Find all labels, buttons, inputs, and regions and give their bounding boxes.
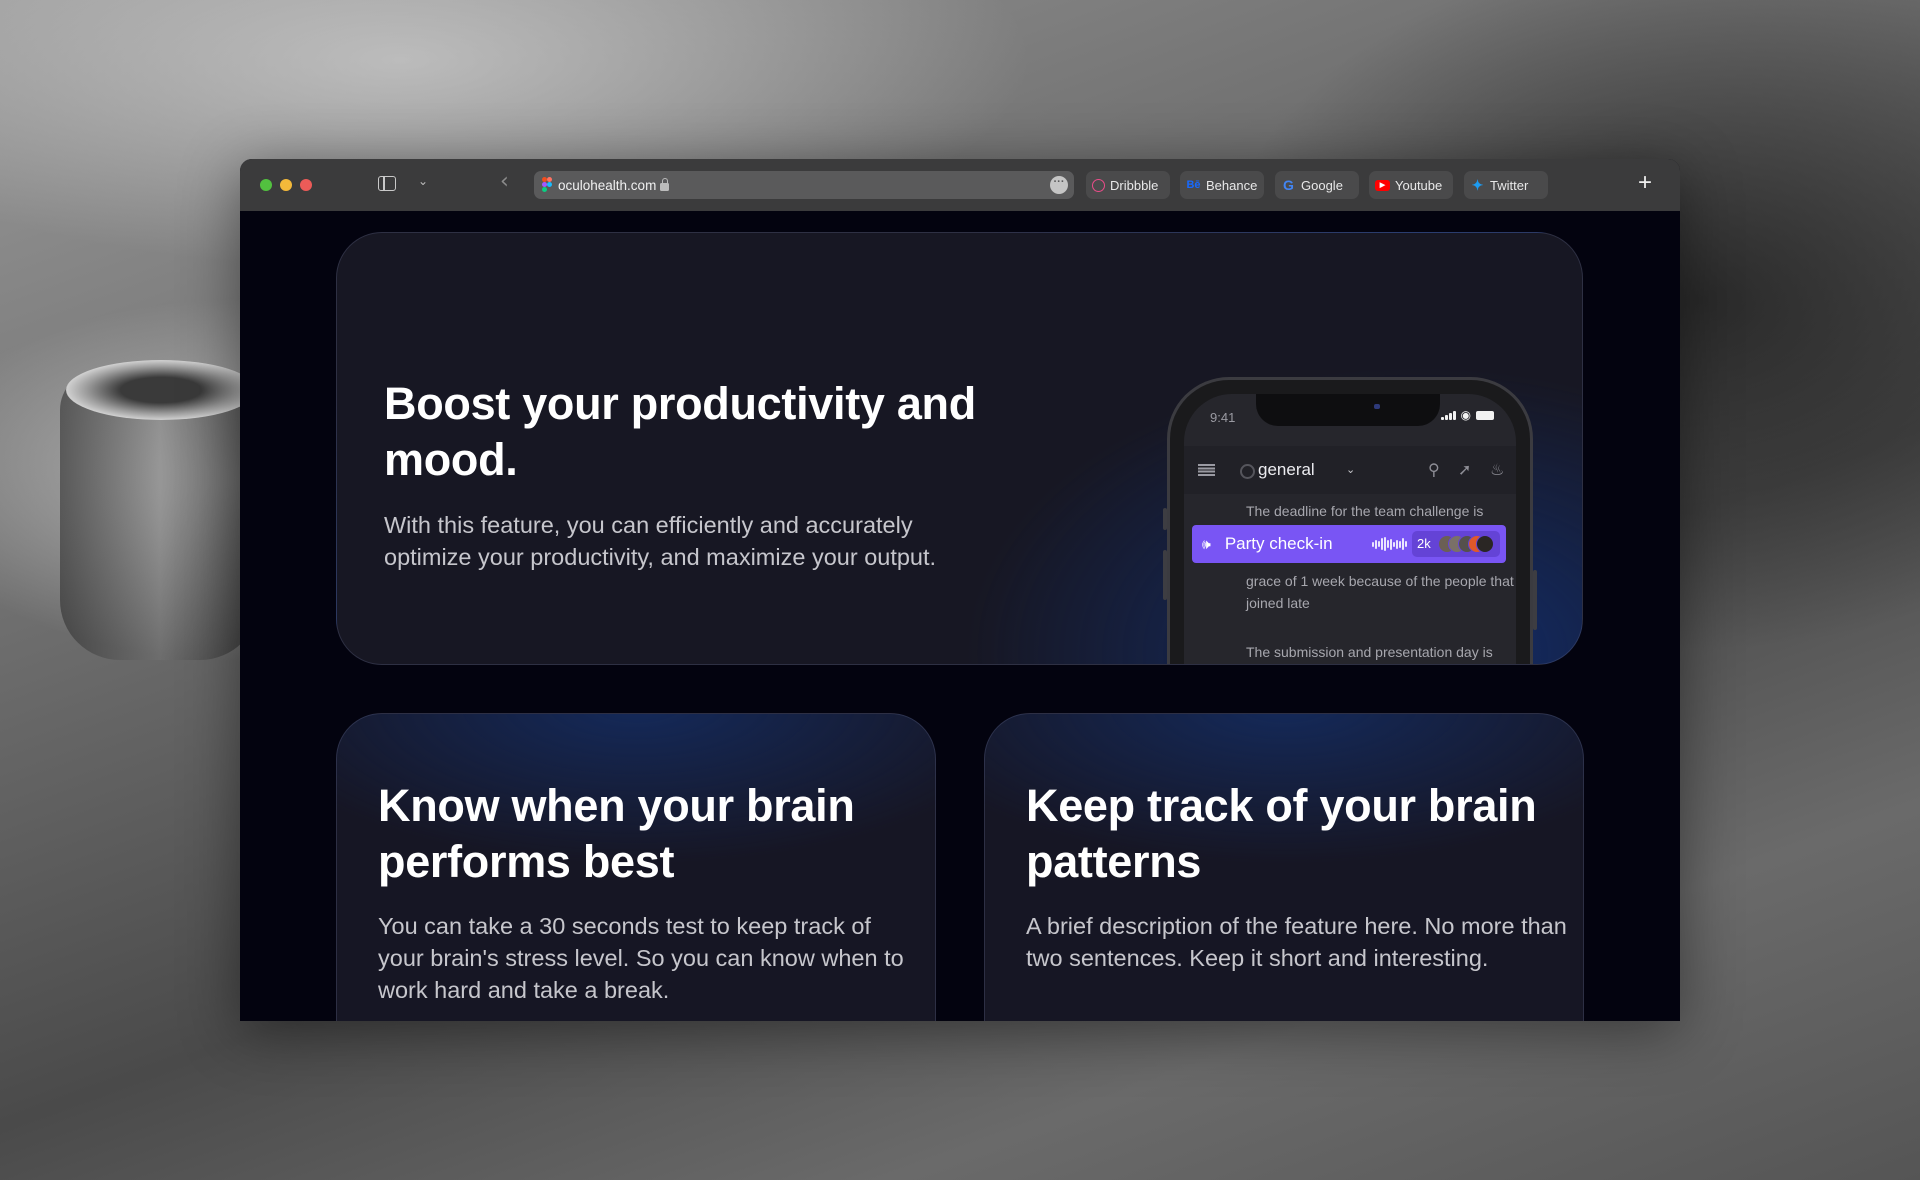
lock-icon: [660, 178, 670, 191]
bookmark-twitter[interactable]: ✦ Twitter: [1464, 171, 1548, 199]
google-icon: G: [1283, 177, 1294, 193]
address-bar[interactable]: oculohealth.com ···: [534, 171, 1074, 199]
bookmark-label: Twitter: [1490, 177, 1529, 193]
close-window-button[interactable]: [300, 179, 312, 191]
chat-message: grace of 1 week because of the people th…: [1246, 573, 1514, 611]
bookmark-google[interactable]: G Google: [1275, 171, 1359, 199]
chat-message: The deadline for the team challenge is: [1246, 503, 1484, 519]
hero-feature-card: Boost your productivity and mood. With t…: [336, 232, 1583, 665]
live-session-bar[interactable]: 🕪 Party check-in 2k: [1192, 525, 1506, 563]
bookmark-behance[interactable]: Bē Behance: [1180, 171, 1264, 199]
speaker-icon: 🕪: [1202, 535, 1211, 552]
channel-header: general ⌄ ⚲ ➚ ♨: [1184, 446, 1516, 494]
phone-mockup: 9:41 ◉ general ⌄ ⚲ ➚ ♨ The deadline for …: [1163, 377, 1537, 664]
feature-title: Keep track of your brain patterns: [1026, 780, 1537, 887]
phone-screen: 9:41 ◉ general ⌄ ⚲ ➚ ♨ The deadline for …: [1184, 394, 1516, 664]
youtube-icon: ▶: [1375, 179, 1390, 191]
browser-window: ⌄ ‹ oculohealth.com ··· Dribbble Bē Beha…: [240, 159, 1680, 1021]
hero-description: With this feature, you can efficiently a…: [384, 512, 937, 570]
status-icons: ◉: [1441, 408, 1494, 422]
bookmark-youtube[interactable]: ▶ Youtube: [1369, 171, 1453, 199]
signal-icon: [1441, 410, 1456, 420]
minimize-window-button[interactable]: [280, 179, 292, 191]
back-button-icon[interactable]: ‹: [500, 169, 509, 194]
bookmark-label: Behance: [1206, 177, 1258, 193]
menu-icon[interactable]: [1198, 464, 1215, 476]
behance-icon: Bē: [1186, 179, 1201, 191]
background-cup-rim: [66, 360, 256, 420]
chat-message: The submission and presentation day is g…: [1246, 644, 1493, 660]
feature-card: Know when your brain performs best You c…: [336, 713, 936, 1021]
phone-notch: [1256, 394, 1440, 426]
bookmark-label: Google: [1301, 177, 1343, 193]
bookmark-label: Youtube: [1395, 177, 1443, 193]
channel-status-icon: [1240, 464, 1255, 479]
chevron-down-icon[interactable]: ⌄: [418, 174, 428, 188]
wifi-icon: ◉: [1460, 408, 1471, 422]
dribbble-icon: [1092, 178, 1105, 192]
search-icon[interactable]: ⚲: [1428, 460, 1440, 480]
bookmark-dribbble[interactable]: Dribbble: [1086, 171, 1170, 199]
camera-icon: [1374, 404, 1380, 409]
hero-title: Boost your productivity and mood.: [384, 378, 976, 485]
zoom-window-button[interactable]: [260, 179, 272, 191]
pin-icon[interactable]: ➚: [1458, 460, 1471, 480]
listeners-badge: 2k: [1412, 531, 1500, 557]
feature-description: A brief description of the feature here.…: [1026, 913, 1567, 971]
more-options-icon[interactable]: ···: [1050, 176, 1068, 194]
phone-button: [1163, 508, 1167, 530]
status-time: 9:41: [1210, 410, 1236, 425]
chevron-down-icon[interactable]: ⌄: [1346, 463, 1355, 476]
feature-card: Keep track of your brain patterns A brie…: [984, 713, 1584, 1021]
phone-button: [1163, 550, 1167, 600]
bookmark-label: Dribbble: [1110, 177, 1159, 193]
figma-favicon-icon: [542, 177, 552, 193]
feature-title: Know when your brain performs best: [378, 780, 855, 887]
feature-description: You can take a 30 seconds test to keep t…: [378, 913, 904, 1003]
live-session-label: Party check-in: [1224, 534, 1333, 553]
page-content: Boost your productivity and mood. With t…: [240, 211, 1680, 1021]
twitter-icon: ✦: [1471, 176, 1484, 193]
audio-wave-icon: [1372, 537, 1407, 551]
avatar: [1476, 535, 1494, 553]
browser-toolbar: ⌄ ‹ oculohealth.com ··· Dribbble Bē Beha…: [240, 159, 1680, 211]
channel-name[interactable]: general: [1258, 460, 1315, 480]
listener-count: 2k: [1417, 536, 1431, 551]
new-tab-button[interactable]: +: [1638, 169, 1652, 197]
sidebar-toggle-icon[interactable]: [378, 176, 396, 191]
phone-button: [1533, 570, 1537, 630]
battery-icon: [1476, 411, 1494, 420]
url-text[interactable]: oculohealth.com: [558, 178, 656, 193]
bell-icon[interactable]: ♨: [1490, 460, 1504, 480]
